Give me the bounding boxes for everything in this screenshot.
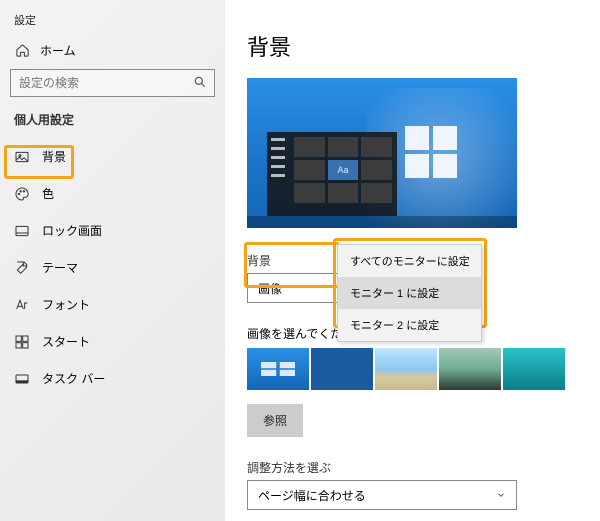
sidebar-item-label: スタート — [42, 333, 90, 350]
lockscreen-icon — [14, 223, 30, 239]
wallpaper-thumb[interactable] — [439, 348, 501, 390]
sidebar-item-lockscreen[interactable]: ロック画面 — [0, 212, 225, 249]
sidebar-item-fonts[interactable]: フォント — [0, 286, 225, 323]
sidebar-item-colors[interactable]: 色 — [0, 175, 225, 212]
browse-button[interactable]: 参照 — [247, 404, 303, 437]
sidebar-item-label: 色 — [42, 185, 54, 202]
font-icon — [14, 297, 30, 313]
search-box[interactable] — [10, 69, 215, 97]
wallpaper-thumb[interactable] — [311, 348, 373, 390]
palette-icon — [14, 186, 30, 202]
dropdown-value: ページ幅に合わせる — [258, 487, 366, 504]
context-menu-item-monitor-1[interactable]: モニター 1 に設定 — [338, 277, 481, 309]
theme-icon — [14, 260, 30, 276]
preview-start-panel: Aa — [267, 132, 397, 216]
start-icon — [14, 334, 30, 350]
settings-window: 設定 ホーム 個人用設定 背景 色 ロック画 — [0, 0, 600, 521]
sidebar-item-label: ロック画面 — [42, 222, 102, 239]
sidebar-item-label: テーマ — [42, 259, 78, 276]
sidebar-item-label: フォント — [42, 296, 90, 313]
sidebar-item-background[interactable]: 背景 — [0, 138, 225, 175]
search-input[interactable] — [10, 69, 215, 97]
context-menu: すべてのモニターに設定 モニター 1 に設定 モニター 2 に設定 — [337, 244, 482, 342]
sidebar-item-themes[interactable]: テーマ — [0, 249, 225, 286]
preview-sample-text: Aa — [328, 160, 359, 180]
picture-icon — [14, 149, 30, 165]
window-title: 設定 — [0, 0, 225, 28]
sidebar-section-title: 個人用設定 — [0, 111, 225, 138]
sidebar-nav: 背景 色 ロック画面 テーマ フォント スタート — [0, 138, 225, 397]
page-title: 背景 — [247, 30, 578, 62]
picture-thumbnails — [247, 348, 578, 390]
search-icon — [193, 75, 207, 89]
wallpaper-thumb[interactable] — [503, 348, 565, 390]
sidebar: 設定 ホーム 個人用設定 背景 色 ロック画 — [0, 0, 225, 521]
dropdown-value: 画像 — [258, 280, 282, 297]
sidebar-item-taskbar[interactable]: タスク バー — [0, 360, 225, 397]
sidebar-item-label: 背景 — [42, 148, 66, 165]
main-content: 背景 Aa 背景 画像 すべてのモニターに設定 モニター — [225, 0, 600, 521]
desktop-preview: Aa — [247, 78, 517, 228]
context-menu-item-all-monitors[interactable]: すべてのモニターに設定 — [338, 245, 481, 277]
home-icon — [14, 43, 30, 59]
wallpaper-thumb[interactable] — [247, 348, 309, 390]
fit-dropdown[interactable]: ページ幅に合わせる — [247, 480, 517, 510]
context-menu-item-monitor-2[interactable]: モニター 2 に設定 — [338, 309, 481, 341]
home-label: ホーム — [40, 42, 76, 59]
chevron-down-icon — [496, 490, 506, 500]
taskbar-icon — [14, 371, 30, 387]
sidebar-item-label: タスク バー — [42, 370, 105, 387]
sidebar-item-start[interactable]: スタート — [0, 323, 225, 360]
fit-label: 調整方法を選ぶ — [247, 459, 578, 476]
home-button[interactable]: ホーム — [0, 28, 225, 69]
wallpaper-thumb[interactable] — [375, 348, 437, 390]
windows-logo-icon — [405, 126, 457, 178]
